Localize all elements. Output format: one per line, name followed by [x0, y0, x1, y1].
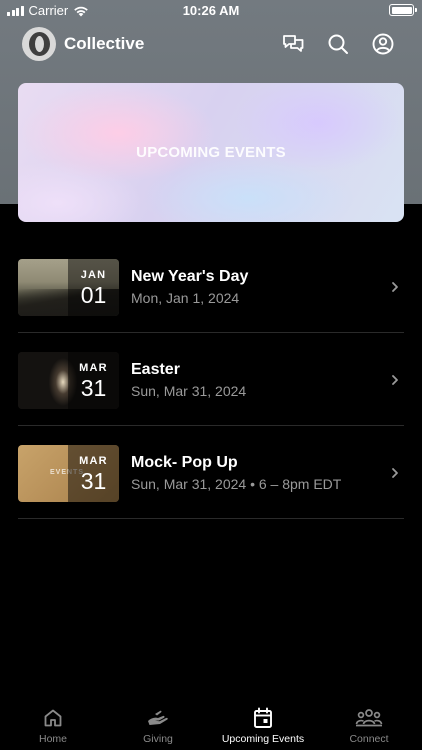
app-title: Collective	[64, 34, 145, 53]
event-date: Sun, Mar 31, 2024	[131, 383, 247, 399]
battery-icon	[389, 4, 417, 16]
chat-icon[interactable]	[281, 32, 305, 56]
chevron-right-icon	[392, 468, 398, 478]
upcoming-events-banner: UPCOMING EVENTS	[18, 83, 404, 222]
tab-home[interactable]: Home	[0, 706, 106, 745]
date-month: MAR	[79, 454, 108, 467]
tab-giving[interactable]: Giving	[105, 706, 211, 745]
profile-icon[interactable]	[371, 32, 395, 56]
date-badge: MAR 31	[68, 352, 119, 409]
tab-upcoming-events[interactable]: Upcoming Events	[210, 706, 316, 745]
date-day: 31	[80, 467, 107, 494]
event-row[interactable]: EVENTS MAR 31 Mock- Pop Up Sun, Mar 31, …	[18, 426, 404, 519]
event-title: New Year's Day	[131, 268, 249, 285]
search-icon[interactable]	[326, 32, 350, 56]
date-badge: MAR 31	[68, 445, 119, 502]
giving-icon	[148, 710, 168, 725]
app-header: Collective	[0, 25, 422, 63]
home-icon	[44, 709, 62, 727]
tab-label: Connect	[349, 733, 389, 745]
tab-connect[interactable]: Connect	[316, 706, 422, 745]
tab-label: Upcoming Events	[221, 733, 305, 745]
event-title: Easter	[131, 361, 180, 378]
tab-label: Giving	[143, 733, 173, 745]
date-badge: JAN 01	[68, 259, 119, 316]
calendar-icon	[254, 707, 272, 728]
event-row[interactable]: JAN 01 New Year's Day Mon, Jan 1, 2024	[18, 240, 404, 333]
app-logo[interactable]	[22, 27, 56, 61]
date-day: 01	[80, 281, 107, 308]
people-icon	[355, 709, 383, 727]
event-thumbnail: EVENTS MAR 31	[18, 445, 119, 502]
tab-bar: Home Giving Upcoming Events Connect	[0, 700, 422, 750]
chevron-right-icon	[392, 282, 398, 292]
status-bar: Carrier 10:26 AM	[0, 0, 422, 22]
status-time: 10:26 AM	[182, 3, 240, 18]
event-date: Sun, Mar 31, 2024 • 6 – 8pm EDT	[131, 476, 342, 492]
date-month: MAR	[79, 361, 108, 374]
banner-title: UPCOMING EVENTS	[136, 144, 286, 161]
event-date: Mon, Jan 1, 2024	[131, 290, 240, 306]
chevron-right-icon	[392, 375, 398, 385]
event-row[interactable]: MAR 31 Easter Sun, Mar 31, 2024	[18, 333, 404, 426]
event-thumbnail: JAN 01	[18, 259, 119, 316]
event-title: Mock- Pop Up	[131, 454, 238, 471]
tab-label: Home	[38, 733, 67, 745]
event-list: JAN 01 New Year's Day Mon, Jan 1, 2024 M…	[18, 240, 404, 519]
app-screen: Carrier 10:26 AM Collective UPCOMING EVE…	[0, 0, 422, 750]
date-month: JAN	[80, 268, 107, 281]
date-day: 31	[80, 374, 107, 401]
event-thumbnail: MAR 31	[18, 352, 119, 409]
